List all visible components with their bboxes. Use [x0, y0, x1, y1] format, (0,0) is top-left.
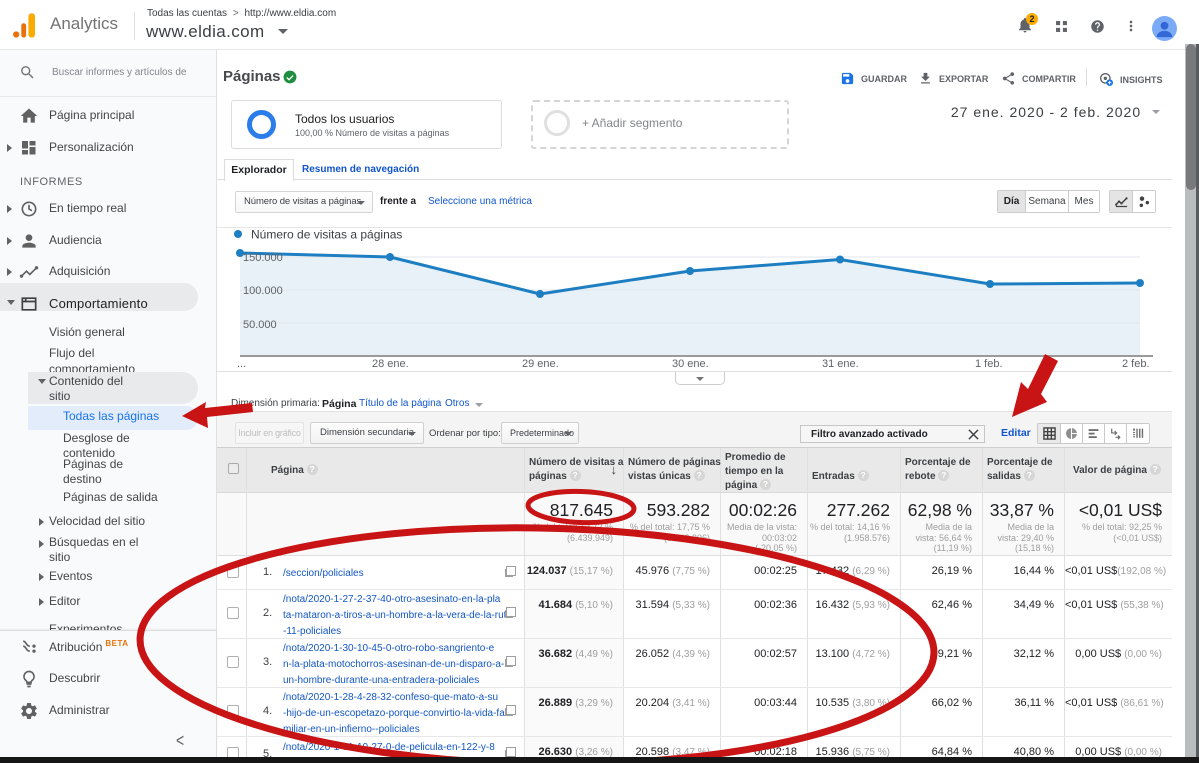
svg-text:Número de visitas a páginas: Número de visitas a páginas: [251, 228, 402, 242]
svg-text:150.000: 150.000: [243, 252, 283, 264]
svg-text:100.000: 100.000: [243, 285, 283, 297]
svg-text:50.000: 50.000: [243, 319, 277, 331]
